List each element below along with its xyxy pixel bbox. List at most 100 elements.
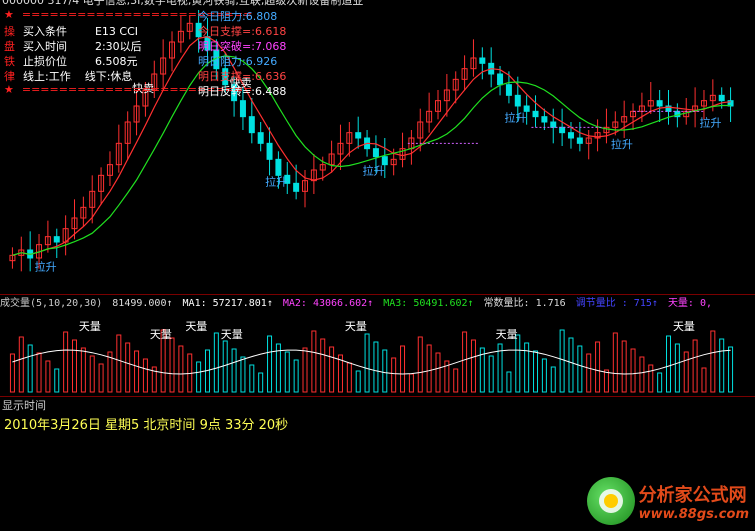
price-level-row: 明日阻力:6.926 — [198, 53, 278, 68]
price-level-label: 明日支撑=: — [198, 70, 255, 83]
price-level-row: 明日反转=:6.488 — [198, 83, 286, 98]
volume-bar — [134, 350, 140, 393]
price-level-label: 今日阻力: — [198, 10, 246, 23]
volume-bar — [408, 373, 414, 393]
row-marker-icon: 律 — [4, 70, 15, 83]
volume-bar — [364, 333, 370, 393]
volume-bar — [346, 362, 352, 393]
volume-bar — [240, 356, 246, 393]
volume-bar — [355, 370, 361, 393]
logo-url: www.88gs.com — [638, 506, 749, 522]
volume-bar — [621, 340, 627, 393]
volume-bar — [550, 366, 556, 393]
price-level-row: 明日突破=:7.068 — [198, 38, 287, 53]
volume-bar — [612, 332, 618, 393]
volume-bar — [373, 341, 379, 393]
candle-body — [355, 132, 362, 139]
signal-label: 拉升 — [35, 260, 57, 274]
row-label: 买入条件 E13 CCI — [23, 25, 139, 38]
adjust-ratio: 调节量比 : 715↑ — [575, 298, 658, 308]
price-level-row: 明日支撑=:6.636 — [198, 68, 287, 83]
candle-body — [239, 100, 246, 118]
volume-bar — [382, 349, 388, 393]
volume-title: 成交量(5,10,20,30) — [0, 298, 103, 308]
volume-indicator-strip: 成交量(5,10,20,30) 81499.000↑ MA1: 57217.80… — [0, 294, 755, 308]
sky-volume-label: 天量 — [496, 328, 518, 341]
panel-divider-top — [0, 294, 755, 295]
volume-bar — [568, 337, 574, 393]
sky-volume-label: 天量 — [345, 320, 367, 333]
price-level-value: 6.808 — [245, 10, 278, 23]
row-marker-icon: 盘 — [4, 40, 15, 53]
volume-bar — [63, 331, 69, 393]
candle-body — [248, 116, 255, 134]
price-level-value: 7.068 — [254, 40, 287, 53]
candle-body — [497, 73, 504, 86]
candle-body — [372, 148, 379, 158]
price-level-value: 6.636 — [254, 70, 287, 83]
volume-bar — [453, 368, 459, 393]
signal-label: 拉升 — [504, 110, 526, 124]
signal-label: 拉升 — [265, 174, 287, 188]
time-panel-label: 显示时间 — [2, 399, 46, 412]
volume-bar — [603, 369, 609, 393]
row-marker-icon: 铁 — [4, 55, 15, 68]
volume-bar — [36, 352, 42, 393]
volume-bar — [311, 330, 317, 393]
info-row: 铁止损价位 6.508元 — [4, 53, 137, 68]
sky-volume-label: 天量 — [185, 320, 207, 333]
time-panel-value: 2010年3月26日 星期5 北京时间 9点 33分 20秒 — [4, 418, 289, 433]
header-title-partial: 000000 317/4 电子信息,3I,数字电视,黄河铁骑,互联,超级次新设备… — [2, 0, 364, 7]
volume-bar — [683, 351, 689, 393]
volume-bar — [400, 345, 406, 393]
volume-bar — [89, 355, 95, 393]
logo-title: 分析家公式网 — [638, 484, 747, 506]
volume-bar — [27, 344, 33, 393]
volume-bar — [142, 358, 148, 393]
candle-body — [514, 94, 521, 107]
volume-bar — [639, 356, 645, 393]
candle-body — [567, 132, 574, 139]
info-row: 操买入条件 E13 CCI — [4, 23, 139, 38]
candle-body — [656, 100, 663, 107]
panel-divider-bottom — [0, 396, 755, 397]
row-marker-icon: ★ — [4, 83, 14, 96]
volume-bar — [515, 334, 521, 393]
volume-bar — [666, 335, 672, 393]
volume-bar — [249, 364, 255, 393]
sky-volume: 天量: 0, — [667, 298, 713, 308]
volume-bar — [692, 339, 698, 393]
candle-body — [550, 121, 557, 128]
volume-bar — [417, 336, 423, 393]
volume-bar — [18, 336, 24, 393]
volume-bar — [657, 372, 663, 393]
volume-bar — [488, 355, 494, 393]
candle-body — [479, 57, 486, 64]
price-level-value: 6.926 — [245, 55, 278, 68]
volume-bar — [213, 332, 219, 393]
volume-bar — [586, 353, 592, 393]
volume-bar — [98, 363, 104, 393]
volume-bar — [267, 335, 273, 393]
volume-bar — [701, 367, 707, 393]
candle-body — [257, 132, 264, 144]
signal-label: 拉升 — [700, 116, 722, 130]
candle-body — [275, 158, 282, 176]
row-marker-icon: ★ — [4, 8, 14, 21]
candle-body — [541, 116, 548, 123]
volume-bar — [169, 337, 175, 393]
price-level-row: 今日支撑=:6.618 — [198, 23, 286, 38]
volume-bar — [125, 342, 131, 393]
row-marker-icon: 操 — [4, 25, 15, 38]
volume-bar — [533, 350, 539, 393]
candle-body — [718, 94, 725, 102]
candle-body — [505, 84, 512, 96]
candle-body — [576, 137, 583, 144]
ma1-value: MA1: 57217.801↑ — [182, 298, 273, 308]
candle-body — [266, 142, 273, 160]
volume-bar — [196, 361, 202, 393]
site-logo: 分析家公式网 www.88gs.com — [586, 477, 749, 525]
volume-value: 81499.000↑ — [112, 298, 173, 308]
candle-body — [293, 182, 300, 192]
volume-bar — [293, 359, 299, 393]
